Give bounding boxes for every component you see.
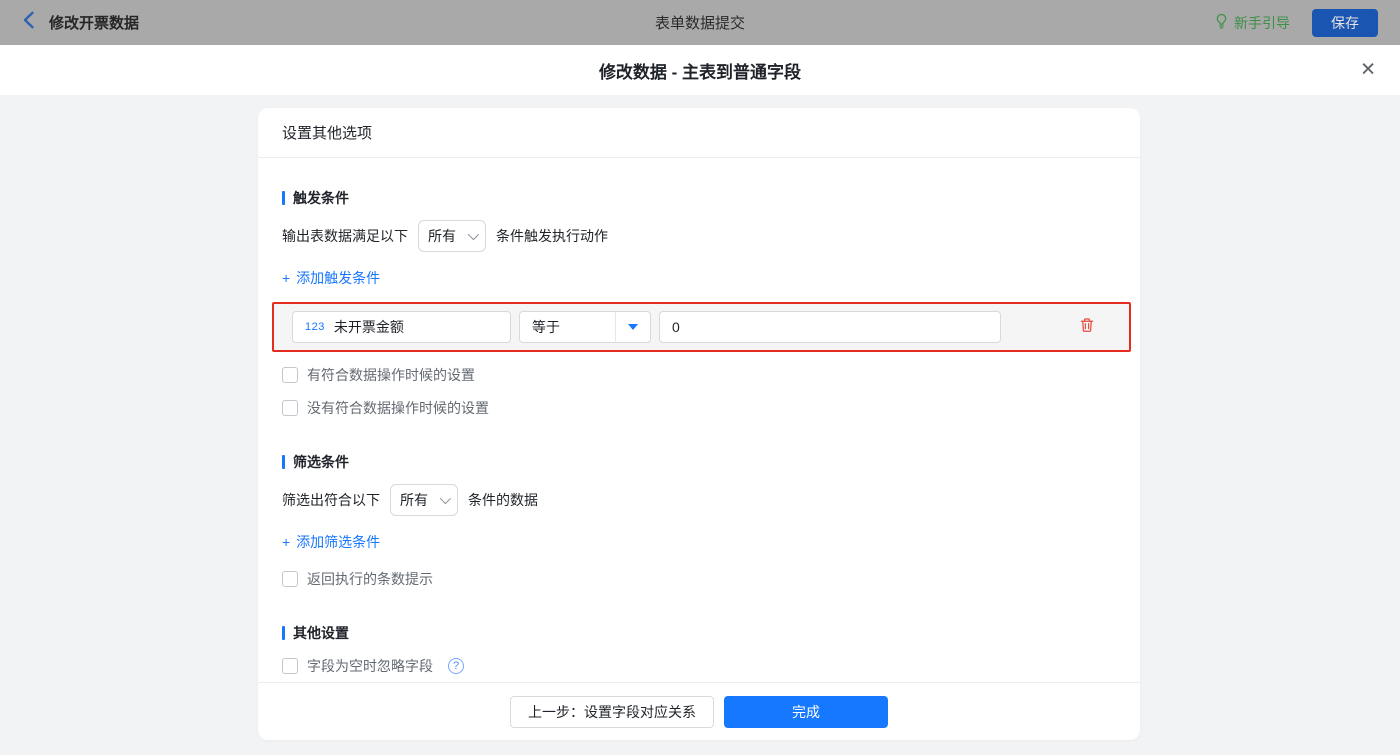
beginner-guide-label: 新手引导 — [1234, 14, 1290, 31]
save-button[interactable]: 保存 — [1312, 8, 1378, 37]
top-bar: 修改开票数据 表单数据提交 新手引导 保存 — [0, 0, 1400, 45]
back-chevron-icon — [22, 11, 35, 34]
checkbox-row-has-match[interactable]: 有符合数据操作时候的设置 — [282, 365, 475, 385]
condition-field-name: 未开票金额 — [333, 319, 404, 335]
condition-operator-select[interactable]: 等于 — [519, 311, 651, 343]
number-field-type-badge: 123 — [305, 321, 325, 333]
condition-field-select[interactable]: 123 未开票金额 — [292, 311, 511, 343]
plus-icon: + — [282, 270, 291, 286]
beginner-guide-link[interactable]: 新手引导 — [1214, 13, 1290, 33]
condition-operator-value: 等于 — [532, 319, 560, 335]
workflow-name: 修改开票数据 — [49, 15, 140, 32]
chevron-down-icon — [467, 228, 480, 241]
section-accent-bar — [282, 191, 285, 205]
checkbox-icon[interactable] — [282, 367, 298, 383]
checkbox-icon[interactable] — [282, 400, 298, 416]
checkbox-row-return-count[interactable]: 返回执行的条数提示 — [282, 569, 433, 589]
done-button[interactable]: 完成 — [724, 695, 888, 728]
modal-header: 修改数据 - 主表到普通字段 ✕ — [0, 45, 1400, 95]
checkbox-icon[interactable] — [282, 658, 298, 674]
other-section-title: 其他设置 — [282, 623, 1116, 643]
trigger-condition-row: 123 未开票金额 等于 — [272, 302, 1131, 352]
trigger-sentence-prefix: 输出表数据满足以下 — [282, 228, 408, 244]
delete-condition-button[interactable] — [1075, 315, 1099, 339]
chevron-down-icon — [439, 492, 452, 505]
checkbox-row-ignore-empty[interactable]: 字段为空时忽略字段 ? — [282, 656, 464, 676]
help-icon[interactable]: ? — [448, 658, 464, 674]
plus-icon: + — [282, 534, 291, 550]
close-icon[interactable]: ✕ — [1360, 61, 1376, 80]
page-title: 表单数据提交 — [654, 15, 745, 32]
lightbulb-icon — [1214, 13, 1229, 32]
filter-sentence-prefix: 筛选出符合以下 — [282, 492, 380, 508]
options-card: 设置其他选项 触发条件 输出表数据满足以下 所有 条件触发执行动作 + 添加触发… — [258, 108, 1140, 740]
trigger-section-title: 触发条件 — [282, 188, 1116, 208]
trash-icon — [1079, 317, 1095, 338]
section-accent-bar — [282, 626, 285, 640]
card-footer: 上一步：设置字段对应关系 完成 — [258, 682, 1140, 740]
trigger-sentence-suffix: 条件触发执行动作 — [496, 228, 608, 244]
card-header: 设置其他选项 — [258, 108, 1140, 158]
section-accent-bar — [282, 455, 285, 469]
filter-sentence: 筛选出符合以下 所有 条件的数据 — [282, 484, 1116, 516]
filter-sentence-suffix: 条件的数据 — [468, 492, 538, 508]
operator-caret-area[interactable] — [615, 312, 650, 342]
add-filter-condition-link[interactable]: + 添加筛选条件 — [282, 532, 380, 552]
trigger-match-select-value: 所有 — [428, 228, 456, 244]
filter-match-select-value: 所有 — [400, 492, 428, 508]
caret-down-icon — [628, 324, 638, 330]
filter-match-select[interactable]: 所有 — [390, 484, 458, 516]
checkbox-icon[interactable] — [282, 571, 298, 587]
filter-section-title: 筛选条件 — [282, 452, 1116, 472]
add-trigger-condition-link[interactable]: + 添加触发条件 — [282, 268, 380, 288]
checkbox-row-no-match[interactable]: 没有符合数据操作时候的设置 — [282, 398, 489, 418]
modal-body: 设置其他选项 触发条件 输出表数据满足以下 所有 条件触发执行动作 + 添加触发… — [0, 95, 1400, 755]
back-button[interactable] — [22, 11, 35, 34]
trigger-sentence: 输出表数据满足以下 所有 条件触发执行动作 — [282, 220, 1116, 252]
trigger-match-select[interactable]: 所有 — [418, 220, 486, 252]
condition-value-input[interactable] — [659, 311, 1001, 343]
previous-step-button[interactable]: 上一步：设置字段对应关系 — [510, 695, 714, 728]
modal-title: 修改数据 - 主表到普通字段 — [598, 62, 802, 82]
